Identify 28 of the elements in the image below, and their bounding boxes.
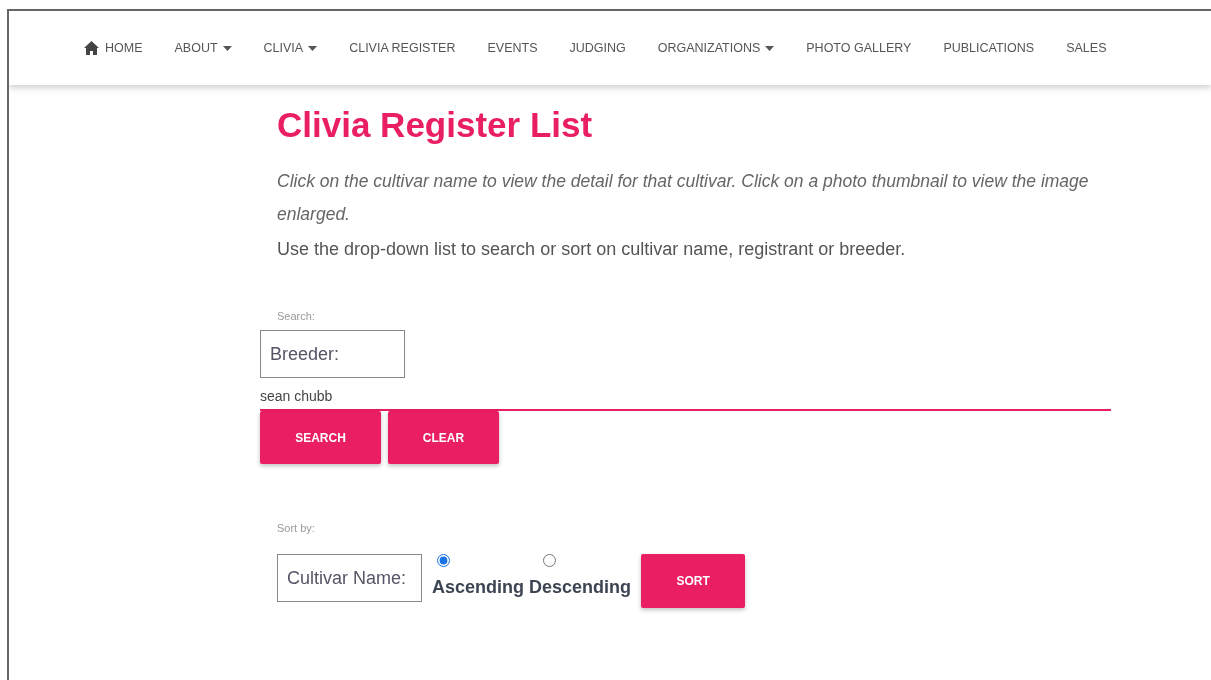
nav-link[interactable]: PHOTO GALLERY [790,41,928,55]
home-link[interactable]: HOME [67,40,159,56]
caret-icon [765,45,775,51]
instruction-text: Use the drop-down list to search or sort on cultivar name, registrant or breeder. [277,239,907,260]
caret-icon [222,45,232,51]
intro-text: Click on the cultivar name to view the detail for that cultivar. Click on a photo thumbnail to view the image enlarged. [277,170,1089,226]
search-label: Search: [277,310,316,322]
sort-label: Sort by: [277,522,316,534]
home-icon [83,40,100,56]
nav-link[interactable]: ABOUT [158,41,248,55]
nav-link[interactable]: CLIVIA REGISTER [333,41,472,55]
clear-button[interactable]: CLEAR [388,411,499,464]
search-field-select[interactable]: Breeder: [260,330,405,378]
sort-field-select[interactable]: Cultivar Name: [277,554,422,602]
radio-button[interactable] [543,554,556,567]
sort-button[interactable]: SORT [641,554,746,608]
page-title: Clivia Register List [277,105,594,145]
radio-label: Ascending [432,577,524,598]
radio-label: Descending [529,577,632,598]
nav-link[interactable]: SALES [1050,41,1123,55]
caret-icon [308,45,318,51]
nav-link[interactable]: EVENTS [471,41,554,55]
radio-button[interactable] [437,554,450,567]
nav-link[interactable]: JUDGING [553,41,642,55]
search-button[interactable]: SEARCH [260,411,381,464]
nav-link[interactable]: CLIVIA [247,41,334,55]
nav-link[interactable]: ORGANIZATIONS [641,41,791,55]
nav-link[interactable]: PUBLICATIONS [927,41,1051,55]
